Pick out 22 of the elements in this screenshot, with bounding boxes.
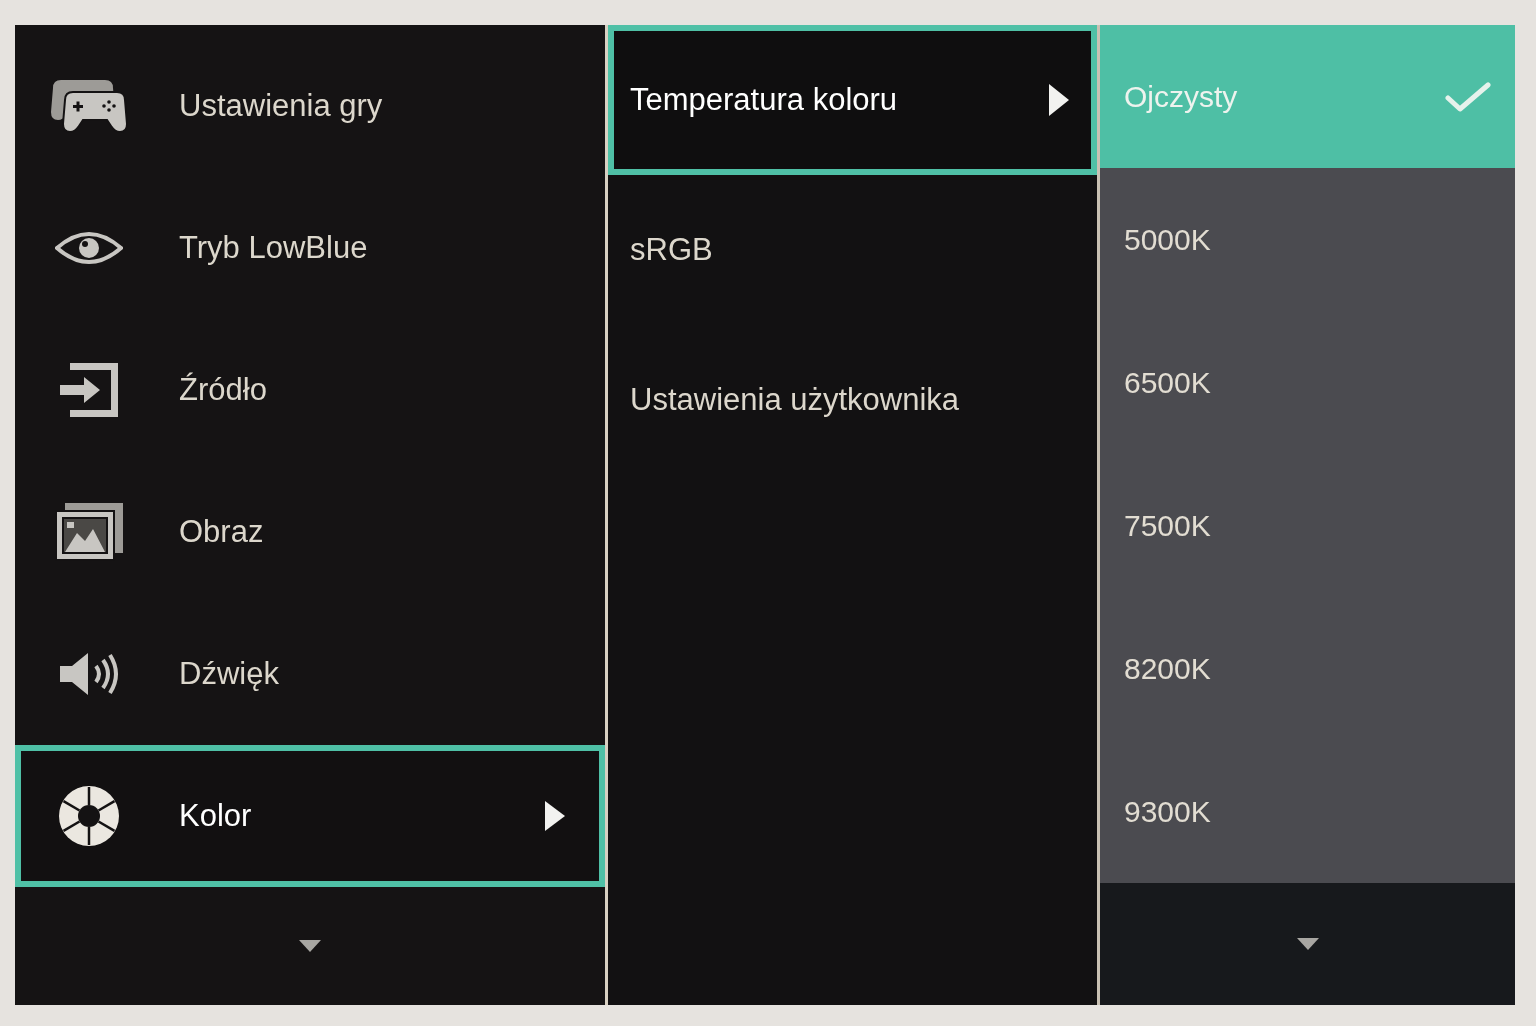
- option-item[interactable]: 9300K: [1100, 740, 1515, 883]
- menu-item[interactable]: Ustawienia użytkownika: [608, 325, 1097, 475]
- menu-item[interactable]: Ustawienia gry: [15, 35, 605, 177]
- menu-item[interactable]: Dźwięk: [15, 603, 605, 745]
- input-arrow-icon: [59, 362, 119, 418]
- menu-item[interactable]: sRGB: [608, 175, 1097, 325]
- option-item[interactable]: 6500K: [1100, 311, 1515, 454]
- option-item[interactable]: 7500K: [1100, 454, 1515, 597]
- gamepad-icon: [50, 78, 128, 134]
- picture-icon: [55, 503, 123, 561]
- eye-icon: [55, 231, 123, 265]
- menu-item[interactable]: Temperatura koloru: [608, 25, 1097, 175]
- option-item[interactable]: 8200K: [1100, 597, 1515, 740]
- speaker-icon: [59, 651, 119, 697]
- segmented-ring-icon: [58, 785, 120, 847]
- menu-item[interactable]: Źródło: [15, 319, 605, 461]
- menu-item[interactable]: Kolor: [15, 745, 605, 887]
- caret-right-icon: [545, 801, 565, 831]
- caret-right-icon: [1049, 84, 1069, 116]
- option-item[interactable]: 5000K: [1100, 168, 1515, 311]
- menu-item[interactable]: Tryb LowBlue: [15, 177, 605, 319]
- menu-item[interactable]: Obraz: [15, 461, 605, 603]
